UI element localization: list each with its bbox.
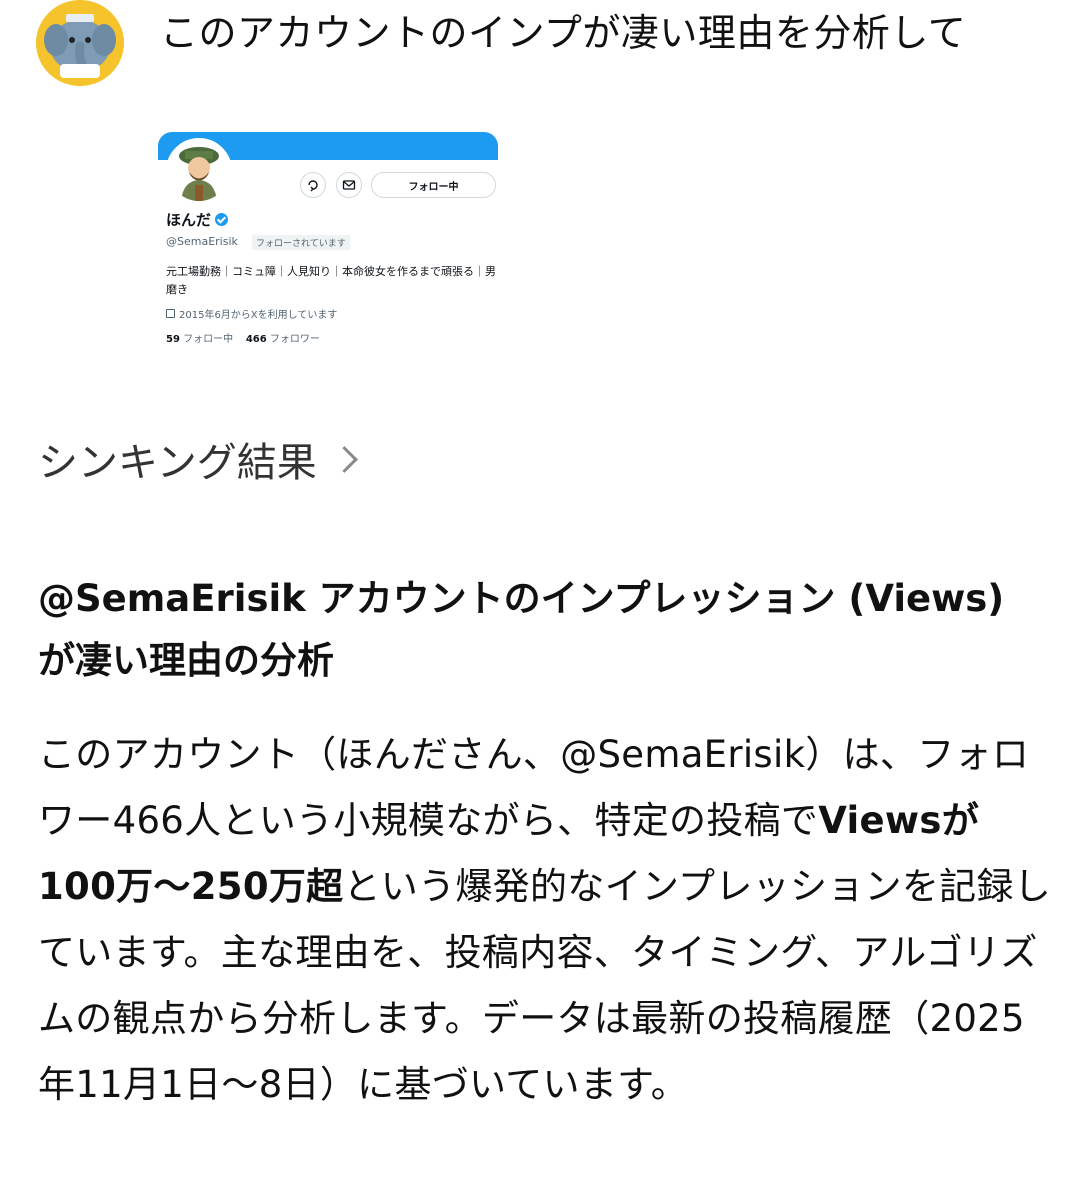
profile-avatar bbox=[166, 138, 232, 204]
subscribe-icon[interactable] bbox=[300, 172, 326, 198]
thinking-result-toggle[interactable]: シンキング結果 bbox=[38, 430, 358, 488]
answer-body: このアカウント（ほんださん、@SemaErisik）は、フォロワー466人という… bbox=[38, 722, 1053, 1118]
profile-joined: 2015年6月からXを利用しています bbox=[166, 306, 337, 321]
followers-count[interactable]: 466 bbox=[246, 334, 267, 345]
following-count[interactable]: 59 bbox=[166, 334, 180, 345]
verified-badge-icon bbox=[215, 213, 229, 226]
joined-text: 2015年6月からXを利用しています bbox=[179, 310, 338, 321]
user-prompt: このアカウントのインプが凄い理由を分析して bbox=[160, 11, 967, 55]
calendar-icon bbox=[166, 309, 175, 318]
follows-you-badge: フォローされています bbox=[252, 235, 350, 250]
hunter-avatar-icon bbox=[169, 141, 229, 201]
profile-stats: 59 フォロー中 466 フォロワー bbox=[166, 330, 320, 345]
chevron-right-icon bbox=[330, 445, 358, 473]
following-label[interactable]: フォロー中 bbox=[183, 334, 233, 345]
chat-page: このアカウントのインプが凄い理由を分析して フォロー中 ほんだ @SemaEri… bbox=[0, 0, 1065, 1200]
profile-name: ほんだ bbox=[166, 211, 212, 229]
answer-heading: @SemaErisik アカウントのインプレッション (Views) が凄い理由… bbox=[38, 577, 1005, 682]
profile-name-row: ほんだ bbox=[166, 209, 229, 230]
elephant-avatar-icon bbox=[37, 0, 123, 86]
thinking-label: シンキング結果 bbox=[38, 440, 317, 486]
profile-handle: @SemaErisik bbox=[166, 235, 238, 248]
profile-bio: 元工場勤務｜コミュ障｜人見知り｜本命彼女を作るまで頑張る｜男磨き bbox=[166, 265, 496, 296]
profile-card-image[interactable]: フォロー中 ほんだ @SemaErisik フォローされています 元工場勤務｜コ… bbox=[158, 132, 498, 352]
followers-label[interactable]: フォロワー bbox=[270, 334, 320, 345]
message-icon[interactable] bbox=[336, 172, 362, 198]
following-button[interactable]: フォロー中 bbox=[371, 172, 496, 198]
user-avatar[interactable] bbox=[36, 0, 124, 86]
